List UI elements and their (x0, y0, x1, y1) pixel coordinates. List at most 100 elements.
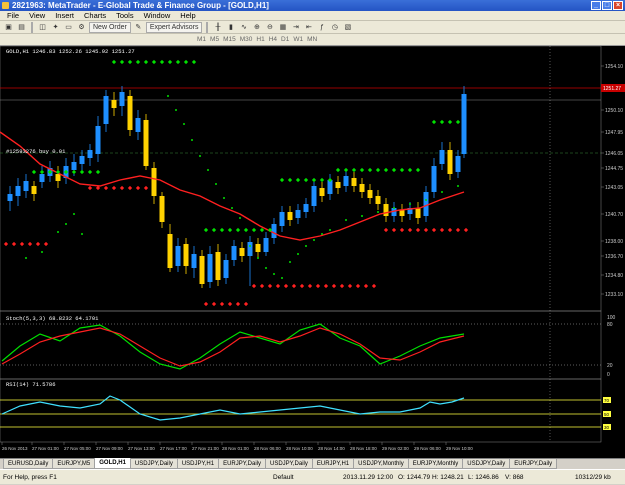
price-chart[interactable]: 1254.101252.251250.101247.951246.051244.… (0, 46, 625, 458)
sar-small-dot (441, 191, 443, 193)
candle-body (183, 244, 189, 266)
candle-body (31, 186, 37, 194)
time-tick-label: 28 Nov 10:00 (286, 446, 313, 451)
market-watch-icon[interactable]: ◫ (37, 22, 48, 33)
sar-dot (211, 301, 217, 307)
candle-body (359, 184, 365, 192)
sar-dot (39, 169, 45, 175)
timeframe-m1[interactable]: M1 (195, 36, 208, 43)
autoscroll-icon[interactable]: ⇥ (290, 22, 301, 33)
sar-dot (447, 119, 453, 125)
chart-tab[interactable]: EURJPY,Daily (509, 459, 558, 469)
sar-small-dot (297, 253, 299, 255)
chart-tab[interactable]: EURJPY,M5 (52, 459, 96, 469)
sar-dot (431, 227, 437, 233)
menu-insert[interactable]: Insert (50, 11, 79, 21)
chart-tab[interactable]: EURJPY,Monthly (407, 459, 464, 469)
chart-tab[interactable]: USDJPY,H1 (176, 459, 220, 469)
timeframe-mn[interactable]: MN (305, 36, 319, 43)
sar-dot (243, 227, 249, 233)
candle-body (431, 166, 437, 192)
candle-body (135, 118, 141, 132)
candle-body (167, 234, 173, 268)
profiles-icon[interactable]: ▤ (16, 22, 27, 33)
sar-dot (95, 169, 101, 175)
editor-icon[interactable]: ✎ (133, 22, 144, 33)
timeframe-m5[interactable]: M5 (208, 36, 221, 43)
chart-tab[interactable]: USDJPY,Daily (129, 459, 178, 469)
sar-dot (407, 167, 413, 173)
chart-tab[interactable]: USDJPY,Daily (264, 459, 313, 469)
templates-icon[interactable]: ▧ (342, 22, 353, 33)
sar-dot (127, 59, 133, 65)
sar-small-dot (215, 183, 217, 185)
chart-window[interactable]: 1254.101252.251250.101247.951246.051244.… (0, 46, 625, 458)
sar-dot (275, 283, 281, 289)
menu-view[interactable]: View (24, 11, 50, 21)
sar-dot (267, 283, 273, 289)
status-low: L: 1246.86 (468, 474, 499, 481)
sar-dot (219, 227, 225, 233)
zoom-out-icon[interactable]: ⊖ (264, 22, 275, 33)
sar-dot (455, 119, 461, 125)
chart-shift-icon[interactable]: ⇤ (303, 22, 314, 33)
timeframe-m30[interactable]: M30 (238, 36, 255, 43)
close-button[interactable]: × (613, 1, 623, 10)
zoom-in-icon[interactable]: ⊕ (251, 22, 262, 33)
menu-help[interactable]: Help (175, 11, 200, 21)
chart-tab[interactable]: EURJPY,H1 (311, 459, 355, 469)
menu-file[interactable]: File (2, 11, 24, 21)
sar-dot (351, 167, 357, 173)
new-chart-icon[interactable]: ▣ (3, 22, 14, 33)
chart-tab[interactable]: USDJPY,Monthly (353, 459, 409, 469)
tester-icon[interactable]: ⚙ (76, 22, 87, 33)
candle-body (383, 204, 389, 216)
menu-charts[interactable]: Charts (79, 11, 111, 21)
time-tick-label: 27 Nov 21:00 (192, 446, 219, 451)
terminal-icon[interactable]: ▭ (63, 22, 74, 33)
sar-dot (323, 283, 329, 289)
timeframe-m15[interactable]: M15 (221, 36, 238, 43)
line-chart-icon[interactable]: ∿ (238, 22, 249, 33)
expert-advisors-button[interactable]: Expert Advisors (145, 21, 203, 33)
menu-window[interactable]: Window (139, 11, 176, 21)
indicators-icon[interactable]: ƒ (316, 22, 327, 33)
stoch-level-label: 20 (607, 363, 613, 369)
sar-dot (279, 177, 285, 183)
periods-icon[interactable]: ◷ (329, 22, 340, 33)
chart-tab[interactable]: EURJPY,Daily (218, 459, 266, 469)
maximize-button[interactable]: □ (602, 1, 612, 10)
timeframe-w1[interactable]: W1 (291, 36, 305, 43)
price-tick-label: 1247.95 (605, 130, 623, 136)
chart-tab[interactable]: EURUSD,Daily (3, 459, 54, 469)
candle-body (375, 196, 381, 204)
rsi-level-label: 50 (604, 412, 610, 417)
sar-dot (311, 177, 317, 183)
sar-small-dot (425, 199, 427, 201)
timeframe-h4[interactable]: H4 (267, 36, 279, 43)
candle-body (343, 176, 349, 186)
time-tick-label: 27 Nov 01:00 (32, 446, 59, 451)
candle-body (15, 186, 21, 196)
candle-body (447, 150, 453, 174)
tile-icon[interactable]: ▦ (277, 22, 288, 33)
timeframe-h1[interactable]: H1 (254, 36, 266, 43)
chart-tab[interactable]: USDJPY,Daily (462, 459, 511, 469)
menu-tools[interactable]: Tools (111, 11, 139, 21)
sar-small-dot (41, 251, 43, 253)
sar-small-dot (377, 211, 379, 213)
sar-dot (347, 283, 353, 289)
candle-chart-icon[interactable]: ▮ (225, 22, 236, 33)
chart-tab[interactable]: GOLD,H1 (94, 458, 131, 469)
minimize-button[interactable]: _ (591, 1, 601, 10)
navigator-icon[interactable]: ✦ (50, 22, 61, 33)
sar-dot (103, 185, 109, 191)
candle-body (247, 242, 253, 256)
sar-dot (251, 283, 257, 289)
timeframe-d1[interactable]: D1 (279, 36, 291, 43)
new-order-button[interactable]: New Order (89, 21, 131, 33)
sar-dot (87, 169, 93, 175)
bar-chart-icon[interactable]: ╫ (212, 22, 223, 33)
sar-dot (31, 169, 37, 175)
time-tick-label: 28 Nov 06:00 (254, 446, 281, 451)
